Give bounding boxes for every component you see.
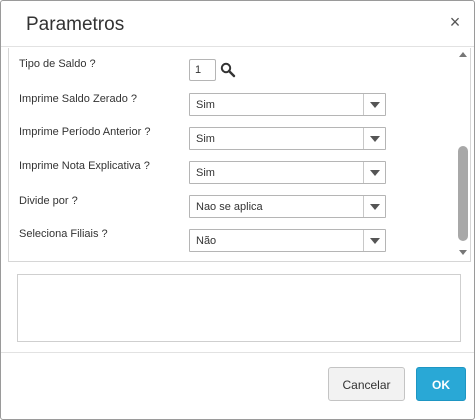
dropdown-toggle[interactable] <box>363 196 385 217</box>
scroll-thumb[interactable] <box>458 146 468 241</box>
search-icon[interactable] <box>220 62 236 78</box>
ok-button[interactable]: OK <box>416 367 466 401</box>
tipo-saldo-input[interactable]: 1 <box>189 59 216 81</box>
divide-por-value: Nao se aplica <box>196 201 263 213</box>
imprime-periodo-anterior-value: Sim <box>196 133 215 145</box>
vertical-scrollbar[interactable] <box>456 48 470 261</box>
imprime-nota-explicativa-value: Sim <box>196 167 215 179</box>
dropdown-toggle[interactable] <box>363 230 385 251</box>
parameters-dialog: Parametros × Tipo de Saldo ? 1 Imprime S… <box>0 0 475 420</box>
imprime-saldo-zerado-select[interactable]: Sim <box>189 93 386 116</box>
imprime-saldo-zerado-value: Sim <box>196 99 215 111</box>
scroll-down-icon[interactable] <box>459 250 467 255</box>
parameters-scroll-area[interactable]: Tipo de Saldo ? 1 Imprime Saldo Zerado ?… <box>8 48 471 262</box>
scroll-up-icon[interactable] <box>459 52 467 57</box>
imprime-nota-explicativa-select[interactable]: Sim <box>189 161 386 184</box>
chevron-down-icon <box>370 102 380 108</box>
dropdown-toggle[interactable] <box>363 162 385 183</box>
imprime-saldo-zerado-label: Imprime Saldo Zerado ? <box>19 93 137 105</box>
chevron-down-icon <box>370 136 380 142</box>
help-text-panel <box>17 274 461 342</box>
dropdown-toggle[interactable] <box>363 94 385 115</box>
imprime-nota-explicativa-label: Imprime Nota Explicativa ? <box>19 160 150 172</box>
cancel-button[interactable]: Cancelar <box>328 367 405 401</box>
dropdown-toggle[interactable] <box>363 128 385 149</box>
seleciona-filiais-label: Seleciona Filiais ? <box>19 228 108 240</box>
divide-por-label: Divide por ? <box>19 195 78 207</box>
chevron-down-icon <box>370 204 380 210</box>
chevron-down-icon <box>370 238 380 244</box>
close-icon[interactable]: × <box>447 13 463 31</box>
imprime-periodo-anterior-label: Imprime Período Anterior ? <box>19 126 151 138</box>
seleciona-filiais-value: Não <box>196 235 217 247</box>
divide-por-select[interactable]: Nao se aplica <box>189 195 386 218</box>
dialog-title: Parametros <box>26 14 125 35</box>
tipo-saldo-label: Tipo de Saldo ? <box>19 58 96 70</box>
footer-divider <box>1 352 474 353</box>
dialog-header: Parametros × <box>1 1 474 47</box>
seleciona-filiais-select[interactable]: Não <box>189 229 386 252</box>
imprime-periodo-anterior-select[interactable]: Sim <box>189 127 386 150</box>
chevron-down-icon <box>370 170 380 176</box>
